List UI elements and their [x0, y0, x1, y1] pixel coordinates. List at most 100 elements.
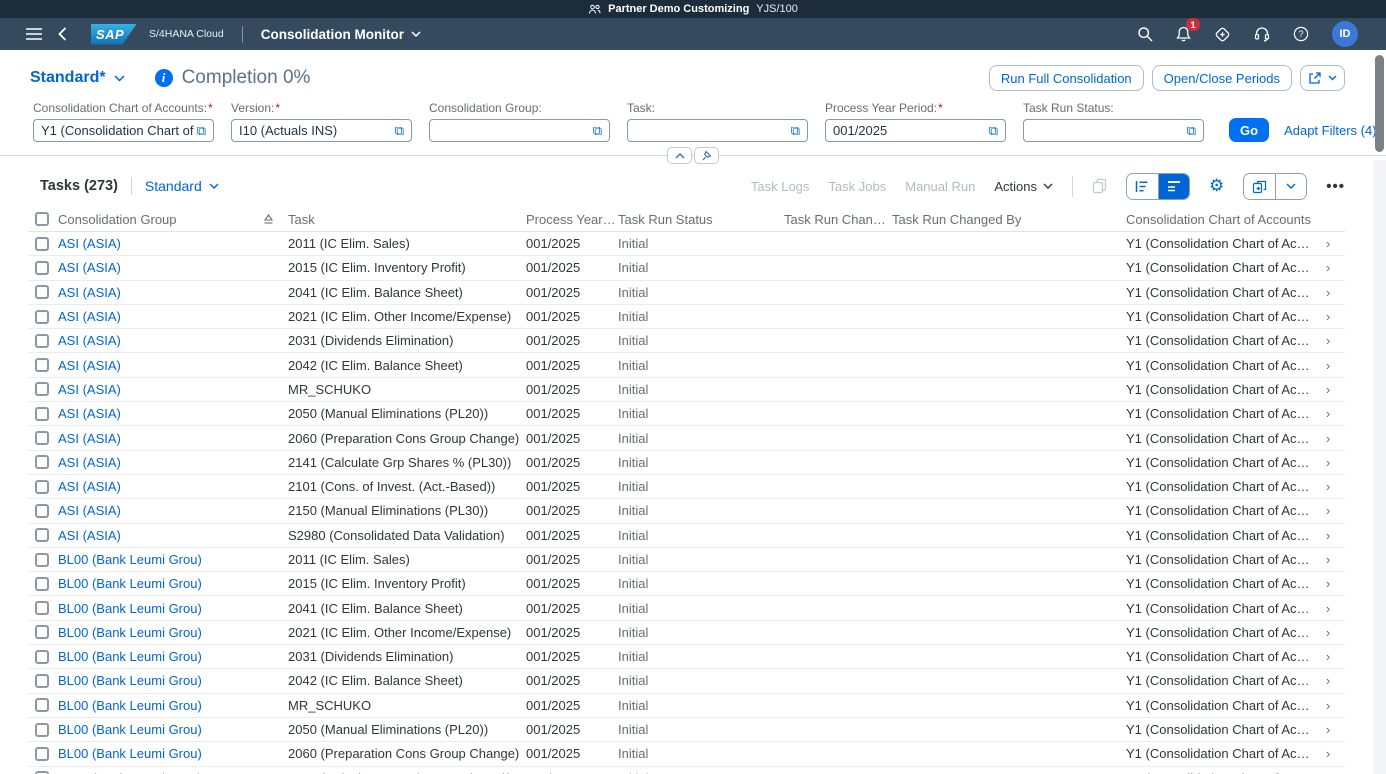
table-row[interactable]: ASI (ASIA) 2041 (IC Elim. Balance Sheet)… — [28, 281, 1345, 305]
row-checkbox[interactable] — [35, 698, 49, 712]
table-row[interactable]: BL00 (Bank Leumi Grou) 2141 (Calculate G… — [28, 767, 1345, 774]
table-row[interactable]: BL00 (Bank Leumi Grou) MR_SCHUKO 001/202… — [28, 694, 1345, 718]
table-row[interactable]: BL00 (Bank Leumi Grou) 2021 (IC Elim. Ot… — [28, 621, 1345, 645]
row-navigation-chevron-icon[interactable]: › — [1326, 333, 1330, 348]
table-row[interactable]: ASI (ASIA) 2015 (IC Elim. Inventory Prof… — [28, 256, 1345, 280]
column-header-task[interactable]: Task — [288, 212, 526, 227]
row-checkbox[interactable] — [35, 504, 49, 518]
row-navigation-chevron-icon[interactable]: › — [1326, 528, 1330, 543]
cell-group-link[interactable]: BL00 (Bank Leumi Grou) — [58, 673, 202, 688]
table-row[interactable]: BL00 (Bank Leumi Grou) 2050 (Manual Elim… — [28, 718, 1345, 742]
table-row[interactable]: ASI (ASIA) 2021 (IC Elim. Other Income/E… — [28, 305, 1345, 329]
pin-header-button[interactable] — [694, 147, 719, 164]
column-header-task-run-changed-by[interactable]: Task Run Changed By — [892, 212, 1126, 227]
filter-input[interactable] — [41, 123, 197, 138]
table-scrollbar-track[interactable] — [1373, 160, 1386, 774]
cell-group-link[interactable]: ASI (ASIA) — [58, 333, 121, 348]
row-navigation-chevron-icon[interactable]: › — [1326, 382, 1330, 397]
row-navigation-chevron-icon[interactable]: › — [1326, 358, 1330, 373]
table-row[interactable]: ASI (ASIA) 2011 (IC Elim. Sales) 001/202… — [28, 232, 1345, 256]
row-navigation-chevron-icon[interactable]: › — [1326, 625, 1330, 640]
filter-input[interactable] — [437, 123, 593, 138]
cell-group-link[interactable]: ASI (ASIA) — [58, 479, 121, 494]
export-menu-button[interactable] — [1275, 174, 1306, 199]
row-navigation-chevron-icon[interactable]: › — [1326, 601, 1330, 616]
table-row[interactable]: BL00 (Bank Leumi Grou) 2015 (IC Elim. In… — [28, 572, 1345, 596]
column-header-consolidation-chart-of-accounts[interactable]: Consolidation Chart of Accounts — [1126, 212, 1311, 227]
cell-group-link[interactable]: ASI (ASIA) — [58, 406, 121, 421]
go-button[interactable]: Go — [1229, 118, 1269, 142]
page-scrollbar-thumb[interactable] — [1375, 55, 1384, 152]
help-icon[interactable]: ? — [1293, 26, 1309, 42]
row-checkbox[interactable] — [35, 553, 49, 567]
share-menu-button[interactable] — [1300, 65, 1345, 91]
row-navigation-chevron-icon[interactable]: › — [1326, 552, 1330, 567]
cell-group-link[interactable]: ASI (ASIA) — [58, 309, 121, 324]
row-checkbox[interactable] — [35, 577, 49, 591]
hamburger-menu-icon[interactable] — [26, 28, 42, 40]
open-close-periods-button[interactable]: Open/Close Periods — [1152, 65, 1292, 91]
row-navigation-chevron-icon[interactable]: › — [1326, 455, 1330, 470]
row-checkbox[interactable] — [35, 455, 49, 469]
table-row[interactable]: ASI (ASIA) 2042 (IC Elim. Balance Sheet)… — [28, 353, 1345, 377]
row-navigation-chevron-icon[interactable]: › — [1326, 406, 1330, 421]
value-help-icon[interactable]: ⧉ — [593, 124, 602, 137]
filter-input[interactable] — [239, 123, 395, 138]
row-checkbox[interactable] — [35, 723, 49, 737]
table-row[interactable]: BL00 (Bank Leumi Grou) 2042 (IC Elim. Ba… — [28, 669, 1345, 693]
row-checkbox[interactable] — [35, 747, 49, 761]
adapt-filters-link[interactable]: Adapt Filters (4) — [1284, 123, 1376, 138]
column-header-task-run-status[interactable]: Task Run Status — [618, 212, 784, 227]
row-navigation-chevron-icon[interactable]: › — [1326, 431, 1330, 446]
cell-group-link[interactable]: ASI (ASIA) — [58, 382, 121, 397]
table-row[interactable]: BL00 (Bank Leumi Grou) 2011 (IC Elim. Sa… — [28, 548, 1345, 572]
cell-group-link[interactable]: BL00 (Bank Leumi Grou) — [58, 576, 202, 591]
table-row[interactable]: ASI (ASIA) 2031 (Dividends Elimination) … — [28, 329, 1345, 353]
row-navigation-chevron-icon[interactable]: › — [1326, 746, 1330, 761]
cell-group-link[interactable]: ASI (ASIA) — [58, 260, 121, 275]
cell-group-link[interactable]: BL00 (Bank Leumi Grou) — [58, 746, 202, 761]
row-checkbox[interactable] — [35, 480, 49, 494]
row-checkbox[interactable] — [35, 310, 49, 324]
row-navigation-chevron-icon[interactable]: › — [1326, 722, 1330, 737]
cell-group-link[interactable]: BL00 (Bank Leumi Grou) — [58, 649, 202, 664]
variant-selector[interactable]: Standard* — [30, 69, 125, 87]
overflow-menu-icon[interactable]: ••• — [1326, 178, 1345, 195]
cell-group-link[interactable]: ASI (ASIA) — [58, 285, 121, 300]
row-checkbox[interactable] — [35, 625, 49, 639]
row-checkbox[interactable] — [35, 528, 49, 542]
flat-view-button[interactable] — [1158, 174, 1189, 199]
search-icon[interactable] — [1137, 26, 1153, 42]
row-navigation-chevron-icon[interactable]: › — [1326, 285, 1330, 300]
row-checkbox[interactable] — [35, 650, 49, 664]
row-checkbox[interactable] — [35, 334, 49, 348]
table-settings-gear-icon[interactable]: ⚙ — [1209, 176, 1224, 196]
table-row[interactable]: ASI (ASIA) 2050 (Manual Eliminations (PL… — [28, 402, 1345, 426]
column-header-task-run-changed-at[interactable]: Task Run Changed At — [784, 212, 892, 227]
cell-group-link[interactable]: BL00 (Bank Leumi Grou) — [58, 601, 202, 616]
table-row[interactable]: BL00 (Bank Leumi Grou) 2041 (IC Elim. Ba… — [28, 596, 1345, 620]
info-icon[interactable]: i — [155, 69, 173, 87]
headset-support-icon[interactable] — [1254, 26, 1270, 42]
cell-group-link[interactable]: ASI (ASIA) — [58, 503, 121, 518]
app-title-menu[interactable]: Consolidation Monitor — [261, 27, 421, 42]
row-navigation-chevron-icon[interactable]: › — [1326, 576, 1330, 591]
cell-group-link[interactable]: ASI (ASIA) — [58, 431, 121, 446]
collapse-header-button[interactable] — [667, 147, 692, 164]
row-checkbox[interactable] — [35, 237, 49, 251]
cell-group-link[interactable]: BL00 (Bank Leumi Grou) — [58, 625, 202, 640]
value-help-icon[interactable]: ⧉ — [1187, 124, 1196, 137]
row-checkbox[interactable] — [35, 431, 49, 445]
row-navigation-chevron-icon[interactable]: › — [1326, 698, 1330, 713]
cell-group-link[interactable]: BL00 (Bank Leumi Grou) — [58, 722, 202, 737]
value-help-icon[interactable]: ⧉ — [791, 124, 800, 137]
value-help-icon[interactable]: ⧉ — [395, 124, 404, 137]
cell-group-link[interactable]: ASI (ASIA) — [58, 455, 121, 470]
row-checkbox[interactable] — [35, 407, 49, 421]
diamond-plus-icon[interactable] — [1214, 26, 1231, 43]
row-checkbox[interactable] — [35, 382, 49, 396]
value-help-icon[interactable]: ⧉ — [197, 124, 206, 137]
row-navigation-chevron-icon[interactable]: › — [1326, 260, 1330, 275]
column-header-consolidation-group[interactable]: Consolidation Group — [58, 212, 288, 227]
table-row[interactable]: BL00 (Bank Leumi Grou) 2031 (Dividends E… — [28, 645, 1345, 669]
